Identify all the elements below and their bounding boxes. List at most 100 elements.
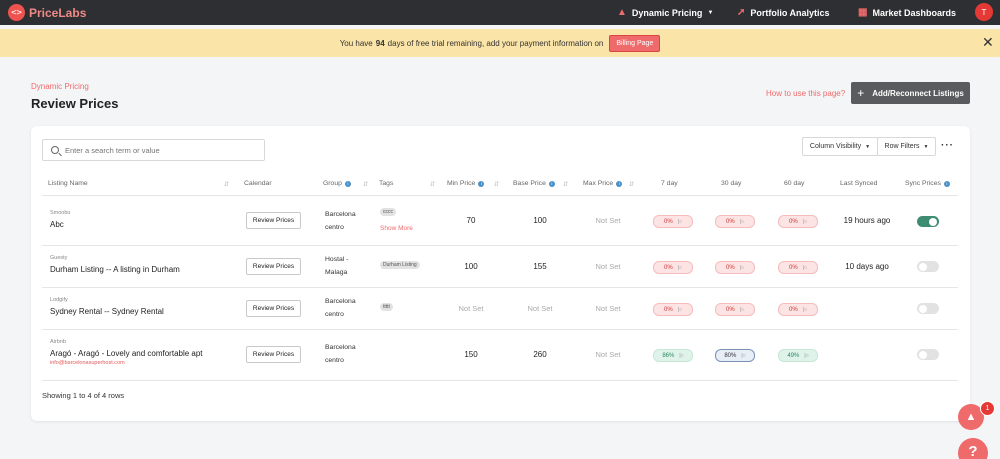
header-base-price[interactable]: Base Price i bbox=[513, 180, 555, 187]
occupancy-7-day[interactable]: 0% |○ bbox=[653, 215, 693, 228]
pill-value: 0% bbox=[664, 306, 673, 313]
listing-name[interactable]: Aragó - Aragó - Lovely and comfortable a… bbox=[50, 349, 203, 358]
header-listing-name[interactable]: Listing Name bbox=[48, 180, 88, 187]
pill-value: 0% bbox=[726, 264, 735, 271]
chevron-down-icon: ▼ bbox=[707, 9, 714, 16]
header-min-price[interactable]: Min Price i bbox=[447, 180, 485, 187]
header-label: 60 day bbox=[784, 180, 805, 187]
base-price[interactable]: 155 bbox=[515, 262, 565, 271]
plus-icon: + bbox=[857, 86, 865, 100]
info-icon[interactable]: i bbox=[616, 180, 623, 187]
occupancy-60-day[interactable]: 49% |○ bbox=[778, 349, 818, 362]
occupancy-60-day[interactable]: 0% |○ bbox=[778, 261, 818, 274]
info-icon[interactable]: i bbox=[548, 180, 555, 187]
min-price[interactable]: 100 bbox=[446, 262, 496, 271]
sort-icon[interactable]: ⇵ bbox=[363, 181, 368, 188]
group-value: Barcelona centro bbox=[325, 298, 356, 318]
nav-portfolio-analytics[interactable]: ➚ Portfolio Analytics bbox=[737, 5, 830, 20]
occupancy-7-day[interactable]: 86% |○ bbox=[653, 349, 693, 362]
flame-icon: ▲ bbox=[617, 7, 627, 18]
row-filters-button[interactable]: Row Filters ▼ bbox=[877, 137, 936, 156]
header-tags[interactable]: Tags bbox=[379, 180, 393, 187]
breadcrumb[interactable]: Dynamic Pricing bbox=[31, 82, 89, 91]
nav-market-dashboards[interactable]: ▦ Market Dashboards bbox=[858, 5, 956, 20]
info-icon[interactable]: i bbox=[943, 180, 950, 187]
header-label: 7 day bbox=[661, 180, 678, 187]
listing-name[interactable]: Durham Listing -- A listing in Durham bbox=[50, 265, 180, 274]
min-price[interactable]: 70 bbox=[446, 216, 496, 225]
review-prices-button[interactable]: Review Prices bbox=[246, 346, 301, 363]
review-prices-button[interactable]: Review Prices bbox=[246, 212, 301, 229]
sort-icon[interactable]: ⇵ bbox=[563, 181, 568, 188]
occupancy-7-day[interactable]: 0% |○ bbox=[653, 261, 693, 274]
header-label: Tags bbox=[379, 180, 394, 187]
logo[interactable]: <> PriceLabs bbox=[8, 4, 86, 21]
info-icon: |○ bbox=[739, 218, 744, 225]
header-group[interactable]: Group i bbox=[323, 180, 351, 187]
button-label: Column Visibility bbox=[809, 143, 862, 150]
max-price[interactable]: Not Set bbox=[583, 262, 633, 271]
listing-source: Smoobu bbox=[50, 210, 71, 216]
sync-prices-toggle[interactable] bbox=[917, 261, 939, 272]
sort-icon[interactable]: ⇵ bbox=[430, 181, 435, 188]
occupancy-30-day[interactable]: 0% |○ bbox=[715, 261, 755, 274]
search-box[interactable] bbox=[42, 139, 265, 161]
table-row: Smoobu Abc Review Prices Barcelona centr… bbox=[31, 196, 970, 245]
info-icon[interactable]: i bbox=[478, 180, 485, 187]
header-max-price[interactable]: Max Price i bbox=[583, 180, 623, 187]
pill-value: 0% bbox=[664, 264, 673, 271]
info-icon: |○ bbox=[677, 264, 682, 271]
base-price[interactable]: 100 bbox=[515, 216, 565, 225]
min-price[interactable]: Not Set bbox=[446, 304, 496, 313]
column-visibility-button[interactable]: Column Visibility ▼ bbox=[802, 137, 878, 156]
occupancy-60-day[interactable]: 0% |○ bbox=[778, 303, 818, 316]
review-prices-button[interactable]: Review Prices bbox=[246, 300, 301, 317]
max-price[interactable]: Not Set bbox=[583, 304, 633, 313]
sync-prices-toggle[interactable] bbox=[917, 349, 939, 360]
sort-icon[interactable]: ⇵ bbox=[629, 181, 634, 188]
more-options-icon[interactable]: ··· bbox=[941, 140, 954, 151]
pill-value: 0% bbox=[726, 306, 735, 313]
sync-prices-toggle[interactable] bbox=[917, 216, 939, 227]
listing-source: Airbnb bbox=[50, 339, 66, 345]
show-more-link[interactable]: Show More bbox=[380, 225, 413, 232]
review-prices-button[interactable]: Review Prices bbox=[246, 258, 301, 275]
sort-icon[interactable]: ⇵ bbox=[224, 181, 229, 188]
avatar[interactable]: T bbox=[975, 3, 993, 21]
pill-value: 0% bbox=[664, 218, 673, 225]
occupancy-30-day[interactable]: 0% |○ bbox=[715, 215, 755, 228]
listing-name[interactable]: Sydney Rental -- Sydney Rental bbox=[50, 307, 164, 316]
sort-icon[interactable]: ⇵ bbox=[494, 181, 499, 188]
listing-name[interactable]: Abc bbox=[50, 220, 64, 229]
occupancy-30-day[interactable]: 0% |○ bbox=[715, 303, 755, 316]
info-icon: |○ bbox=[677, 306, 682, 313]
close-icon[interactable]: ✕ bbox=[982, 34, 994, 51]
how-to-link[interactable]: How to use this page? bbox=[766, 89, 845, 98]
pill-value: 0% bbox=[789, 218, 798, 225]
tag-badge: cccc bbox=[380, 208, 396, 216]
base-price[interactable]: 260 bbox=[515, 350, 565, 359]
min-price[interactable]: 150 bbox=[446, 350, 496, 359]
sync-prices-toggle[interactable] bbox=[917, 303, 939, 314]
add-reconnect-listings-button[interactable]: + Add/Reconnect Listings bbox=[851, 82, 970, 104]
help-button[interactable]: ? bbox=[958, 438, 988, 459]
table-row: Airbnb Aragó - Aragó - Lovely and comfor… bbox=[31, 330, 970, 380]
max-price[interactable]: Not Set bbox=[583, 216, 633, 225]
listing-source: Lodgify bbox=[50, 297, 68, 303]
nav-dynamic-pricing[interactable]: ▲ Dynamic Pricing ▼ bbox=[617, 5, 713, 20]
base-price[interactable]: Not Set bbox=[515, 304, 565, 313]
header-label: Min Price bbox=[447, 180, 476, 187]
info-icon[interactable]: i bbox=[344, 180, 351, 187]
header-sync-prices[interactable]: Sync Prices i bbox=[905, 180, 950, 187]
last-synced: 19 hours ago bbox=[843, 216, 891, 225]
occupancy-60-day[interactable]: 0% |○ bbox=[778, 215, 818, 228]
info-icon: |○ bbox=[802, 264, 807, 271]
header-label: Sync Prices bbox=[905, 180, 941, 187]
max-price[interactable]: Not Set bbox=[583, 350, 633, 359]
search-input[interactable] bbox=[65, 145, 255, 155]
occupancy-7-day[interactable]: 0% |○ bbox=[653, 303, 693, 316]
billing-page-button[interactable]: Billing Page bbox=[609, 34, 661, 52]
page-title: Review Prices bbox=[31, 96, 119, 111]
occupancy-30-day[interactable]: 80% |○ bbox=[715, 349, 755, 362]
search-icon bbox=[51, 146, 59, 154]
